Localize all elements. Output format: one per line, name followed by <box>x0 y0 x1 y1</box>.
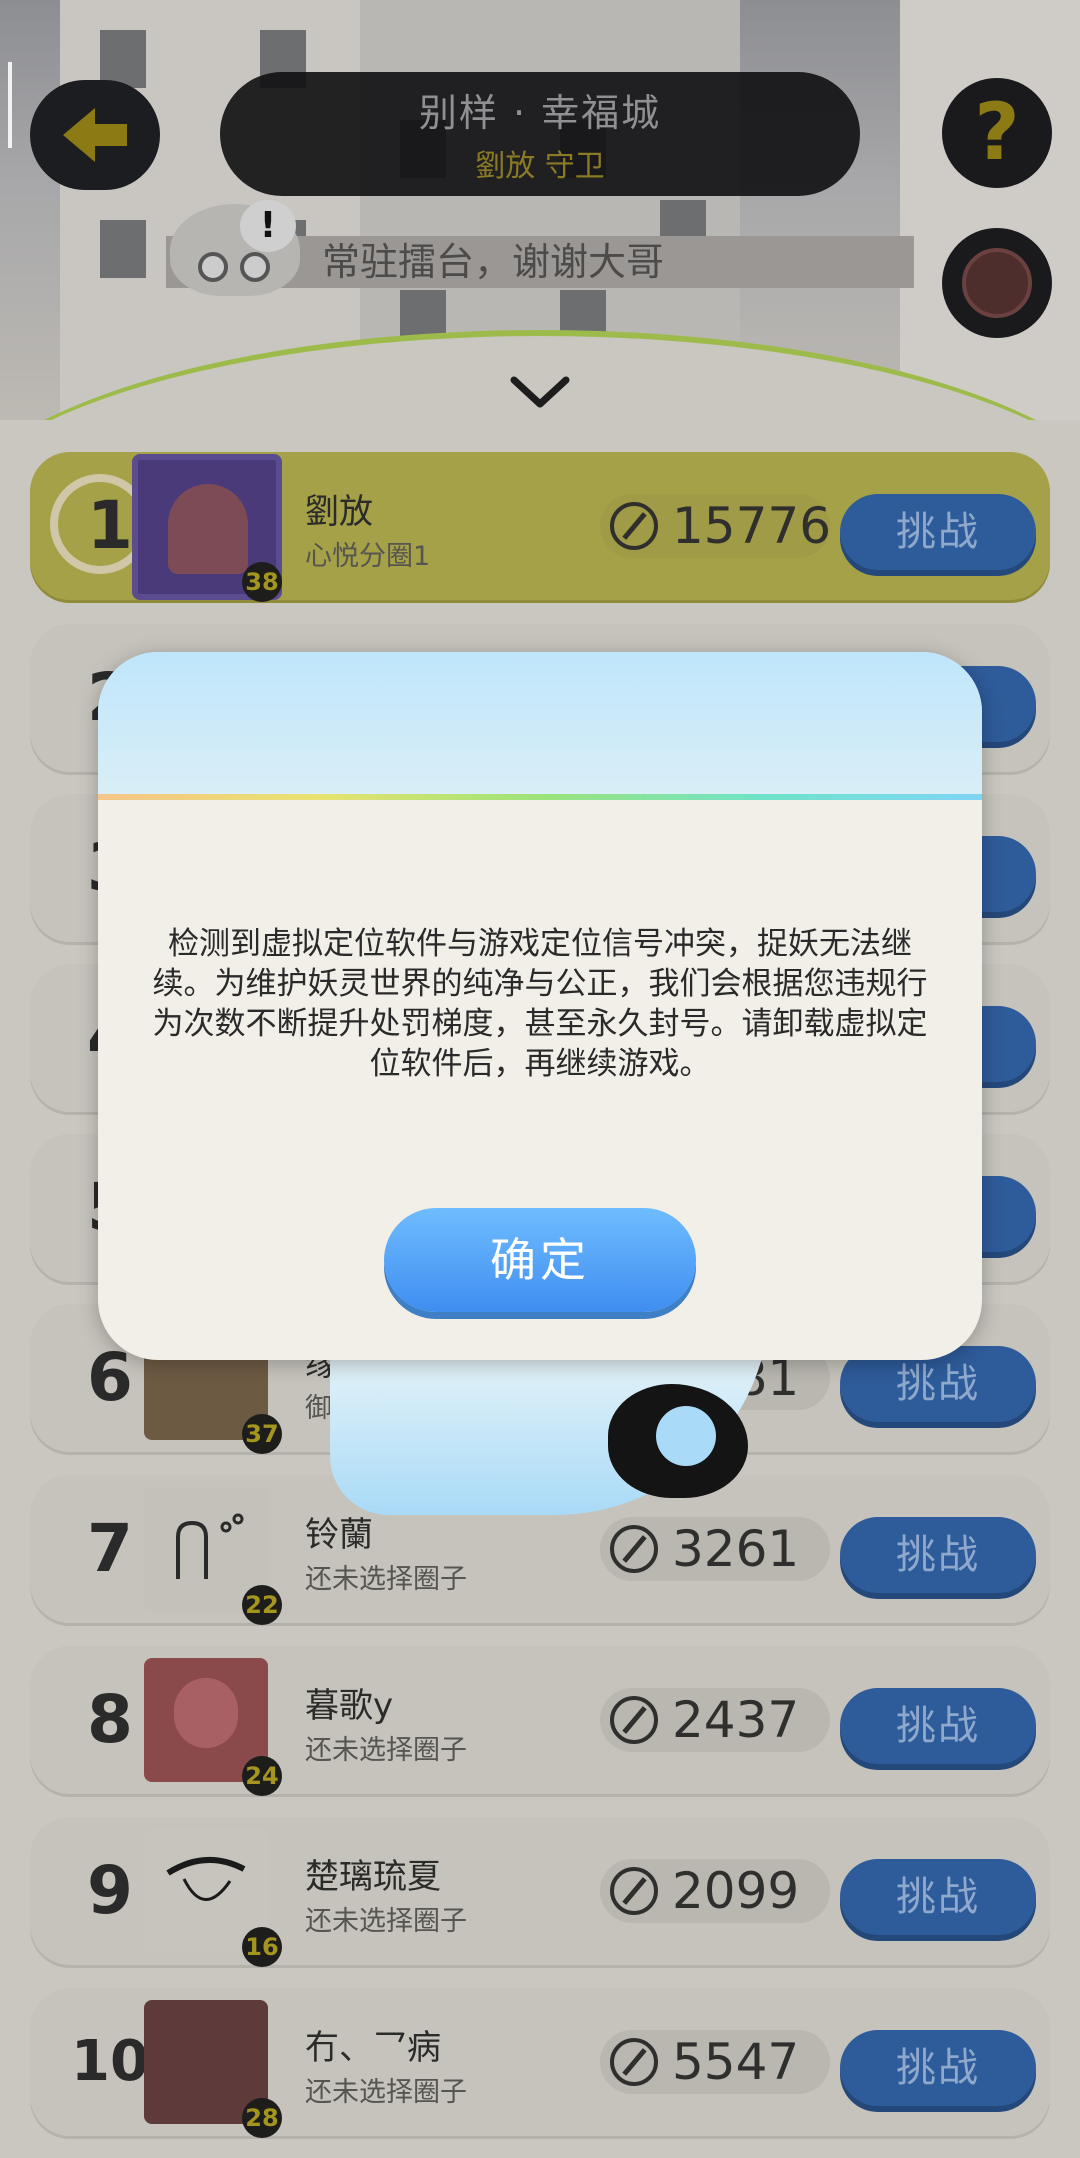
dialog-message: 检测到虚拟定位软件与游戏定位信号冲突，捉妖无法继续。为维护妖灵世界的纯净与公正，… <box>152 926 928 1082</box>
sword-icon <box>610 2038 658 2086</box>
arrow-left-icon <box>63 108 127 162</box>
level-badge: 28 <box>242 2098 282 2138</box>
player-name: 楚璃琉夏 <box>305 1857 441 1897</box>
power-display: 2437 <box>600 1688 830 1752</box>
player-circle: 还未选择圈子 <box>305 1906 467 1937</box>
header <box>0 0 1080 420</box>
power-value: 15776 <box>672 497 832 555</box>
avatar-silhouette <box>168 484 248 574</box>
back-button[interactable] <box>30 80 160 190</box>
power-display: 3261 <box>600 1517 830 1581</box>
question-icon: ? <box>974 88 1020 178</box>
player-circle: 心悦分圈1 <box>305 541 431 572</box>
level-badge: 37 <box>242 1414 282 1454</box>
player-circle: 还未选择圈子 <box>305 2077 467 2108</box>
player-name: 劉放 <box>305 492 373 532</box>
challenge-button[interactable]: 挑战 <box>840 2030 1036 2106</box>
ranking-row[interactable]: 8 24 暮歌y 还未选择圈子 2437 挑战 <box>30 1646 1050 1796</box>
level-badge: 16 <box>242 1927 282 1967</box>
edge-indicator <box>8 62 12 148</box>
power-value: 2099 <box>672 1862 800 1920</box>
level-badge: 22 <box>242 1585 282 1625</box>
power-value: 3261 <box>672 1520 800 1578</box>
level-badge: 24 <box>242 1756 282 1796</box>
help-button[interactable]: ? <box>942 78 1052 188</box>
power-display: 15776 <box>600 494 832 558</box>
player-name: 冇、乛病 <box>305 2028 441 2068</box>
avatar-face <box>174 1678 238 1748</box>
page-title: 别样 · 幸福城 <box>418 91 662 135</box>
ranking-row[interactable]: 10 28 冇、乛病 还未选择圈子 5547 挑战 <box>30 1988 1050 2138</box>
player-circle: 还未选择圈子 <box>305 1564 467 1595</box>
rainbow-divider <box>98 794 982 800</box>
challenge-button[interactable]: 挑战 <box>840 1517 1036 1593</box>
sword-icon <box>610 1696 658 1744</box>
ranking-row[interactable]: 9 16 楚璃琉夏 还未选择圈子 2099 挑战 <box>30 1817 1050 1967</box>
dialog-header <box>98 652 982 794</box>
power-display: 5547 <box>600 2030 830 2094</box>
level-badge: 38 <box>242 562 282 602</box>
title-pill: 别样 · 幸福城 劉放 守卫 <box>220 72 860 196</box>
notice-text: 常驻擂台，谢谢大哥 <box>322 240 665 284</box>
power-value: 5547 <box>672 2033 800 2091</box>
sword-icon <box>610 1867 658 1915</box>
map-pin-icon <box>962 248 1032 318</box>
confirm-button[interactable]: 确定 <box>384 1208 696 1312</box>
chevron-down-icon[interactable] <box>508 372 572 412</box>
sword-icon <box>610 1525 658 1573</box>
background-building <box>900 0 1080 420</box>
challenge-button[interactable]: 挑战 <box>840 1859 1036 1935</box>
ranking-row[interactable]: 1 38 劉放 心悦分圈1 15776 挑战 <box>30 452 1050 602</box>
sword-icon <box>610 502 658 550</box>
map-button[interactable] <box>942 228 1052 338</box>
player-circle: 还未选择圈子 <box>305 1735 467 1766</box>
player-name: 铃蘭 <box>305 1515 373 1555</box>
power-display: 2099 <box>600 1859 830 1923</box>
challenge-button[interactable]: 挑战 <box>840 1688 1036 1764</box>
player-name: 暮歌y <box>305 1686 394 1726</box>
guard-label: 劉放 守卫 <box>475 149 605 184</box>
challenge-button[interactable]: 挑战 <box>840 494 1036 570</box>
warning-dialog: 检测到虚拟定位软件与游戏定位信号冲突，捉妖无法继续。为维护妖灵世界的纯净与公正，… <box>98 652 982 1360</box>
alert-bubble-icon: ! <box>240 200 296 252</box>
power-value: 2437 <box>672 1691 800 1749</box>
